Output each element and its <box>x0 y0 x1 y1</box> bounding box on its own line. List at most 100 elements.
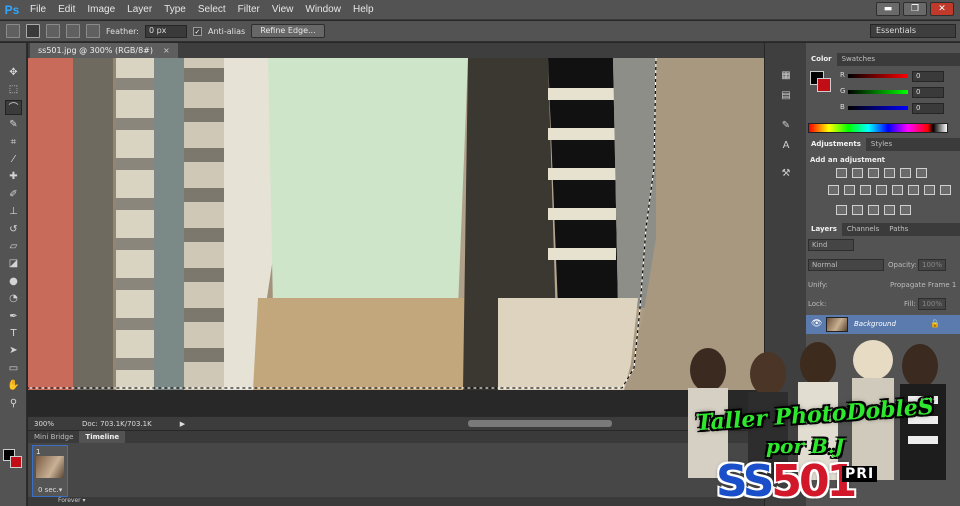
menu-layer[interactable]: Layer <box>121 0 158 20</box>
blend-mode-select[interactable]: Normal <box>808 259 884 271</box>
adjustment-icon[interactable] <box>916 168 927 178</box>
adjustment-icon[interactable] <box>876 185 887 195</box>
tab-layers[interactable]: Layers <box>806 223 842 236</box>
properties-icon[interactable]: ▤ <box>778 89 794 103</box>
close-tab-icon[interactable]: × <box>163 46 170 55</box>
adjustment-icon[interactable] <box>884 205 895 215</box>
zoom-level[interactable]: 300% <box>28 420 58 428</box>
adjustment-icon[interactable] <box>868 168 879 178</box>
channel-slider[interactable] <box>848 106 908 110</box>
eyedropper-tool-icon[interactable]: ⁄ <box>5 152 22 167</box>
propagate-frame-label[interactable]: Propagate Frame 1 <box>890 281 956 289</box>
tab-paths[interactable]: Paths <box>884 223 913 236</box>
adjustment-icon[interactable] <box>852 168 863 178</box>
type-tool-icon[interactable]: T <box>5 326 22 341</box>
zoom-tool-icon[interactable]: ⚲ <box>5 396 22 411</box>
marquee-tool-icon[interactable]: ⬚ <box>5 82 22 97</box>
tab-mini-bridge[interactable]: Mini Bridge <box>28 431 79 443</box>
background-color-swatch[interactable] <box>10 456 22 468</box>
adjustment-icon[interactable] <box>924 185 935 195</box>
lasso-preset-icon[interactable] <box>6 24 20 38</box>
character-icon[interactable]: A <box>778 139 794 153</box>
adjustment-icon[interactable] <box>892 185 903 195</box>
channel-value[interactable]: 0 <box>912 103 944 114</box>
add-selection-icon[interactable] <box>46 24 60 38</box>
document-canvas[interactable] <box>28 58 764 390</box>
menu-edit[interactable]: Edit <box>52 0 81 20</box>
restore-button[interactable]: ❐ <box>903 2 927 16</box>
hand-tool-icon[interactable]: ✋ <box>5 378 22 393</box>
document-tab[interactable]: ss501.jpg @ 300% (RGB/8#) × <box>30 43 178 58</box>
tab-swatches[interactable]: Swatches <box>837 53 880 66</box>
menu-filter[interactable]: Filter <box>232 0 266 20</box>
tab-color[interactable]: Color <box>806 53 837 66</box>
opacity-input[interactable]: 100% <box>918 259 946 271</box>
adjustment-icon[interactable] <box>860 185 871 195</box>
adjustment-icon[interactable] <box>836 168 847 178</box>
adjustment-icon[interactable] <box>844 185 855 195</box>
quick-select-tool-icon[interactable]: ✎ <box>5 117 22 132</box>
subtract-selection-icon[interactable] <box>66 24 80 38</box>
menu-select[interactable]: Select <box>192 0 232 20</box>
tool-presets-icon[interactable]: ⚒ <box>778 167 794 181</box>
menu-help[interactable]: Help <box>347 0 380 20</box>
menu-view[interactable]: View <box>266 0 300 20</box>
layer-name[interactable]: Background <box>854 320 896 328</box>
bucket-tool-icon[interactable]: ◪ <box>5 256 22 271</box>
adjustment-icon[interactable] <box>900 168 911 178</box>
adjustment-icon[interactable] <box>868 205 879 215</box>
loop-select[interactable]: Forever ▾ <box>58 497 86 504</box>
layer-filter-kind[interactable]: Kind <box>808 239 854 251</box>
horizontal-scrollbar[interactable] <box>468 420 612 427</box>
menu-image[interactable]: Image <box>81 0 121 20</box>
adjustment-icon[interactable] <box>884 168 895 178</box>
history-brush-tool-icon[interactable]: ↺ <box>5 222 22 237</box>
tab-timeline[interactable]: Timeline <box>79 431 126 443</box>
color-spectrum[interactable] <box>808 123 948 133</box>
menu-type[interactable]: Type <box>158 0 192 20</box>
move-tool-icon[interactable]: ✥ <box>5 65 22 80</box>
dodge-tool-icon[interactable]: ◔ <box>5 291 22 306</box>
timeline-panel: 1 0 sec.▾ <box>28 443 764 497</box>
healing-tool-icon[interactable]: ✚ <box>5 169 22 184</box>
tab-adjustments[interactable]: Adjustments <box>806 138 866 151</box>
stamp-tool-icon[interactable]: ⊥ <box>5 204 22 219</box>
crop-tool-icon[interactable]: ⌗ <box>5 135 22 150</box>
shape-tool-icon[interactable]: ▭ <box>5 361 22 376</box>
refine-edge-button[interactable]: Refine Edge... <box>251 24 325 38</box>
eraser-tool-icon[interactable]: ▱ <box>5 239 22 254</box>
workspace-select[interactable]: Essentials <box>870 24 956 38</box>
brush-panel-icon[interactable]: ✎ <box>778 119 794 133</box>
antialias-checkbox[interactable]: ✓ <box>192 26 202 36</box>
frame-delay[interactable]: 0 sec.▾ <box>38 486 62 494</box>
animation-frame[interactable]: 1 0 sec.▾ <box>32 445 68 497</box>
channel-value[interactable]: 0 <box>912 71 944 82</box>
tab-styles[interactable]: Styles <box>866 138 897 151</box>
close-button[interactable]: ✕ <box>930 2 954 16</box>
minimize-button[interactable]: ▬ <box>876 2 900 16</box>
channel-value[interactable]: 0 <box>912 87 944 98</box>
tab-channels[interactable]: Channels <box>842 223 884 236</box>
path-select-tool-icon[interactable]: ➤ <box>5 343 22 358</box>
new-selection-icon[interactable] <box>26 24 40 38</box>
adjustment-icon[interactable] <box>940 185 951 195</box>
adjustment-icon[interactable] <box>836 205 847 215</box>
brush-tool-icon[interactable]: ✐ <box>5 187 22 202</box>
channel-slider[interactable] <box>848 90 908 94</box>
pen-tool-icon[interactable]: ✒ <box>5 309 22 324</box>
feather-input[interactable]: 0 px <box>144 24 187 38</box>
fill-input[interactable]: 100% <box>918 298 946 310</box>
menu-window[interactable]: Window <box>299 0 347 20</box>
adjustment-icon[interactable] <box>900 205 911 215</box>
status-menu-arrow-icon[interactable]: ▶ <box>180 420 185 428</box>
adjustment-icon[interactable] <box>852 205 863 215</box>
eye-icon[interactable]: 👁 <box>811 319 822 329</box>
lasso-tool-icon[interactable]: ⌒ <box>5 99 22 115</box>
adjustment-icon[interactable] <box>828 185 839 195</box>
intersect-selection-icon[interactable] <box>86 24 100 38</box>
channel-slider[interactable] <box>848 74 908 78</box>
history-icon[interactable]: ▦ <box>778 69 794 83</box>
adjustment-icon[interactable] <box>908 185 919 195</box>
blur-tool-icon[interactable]: ● <box>5 274 22 289</box>
menu-file[interactable]: File <box>24 0 52 20</box>
